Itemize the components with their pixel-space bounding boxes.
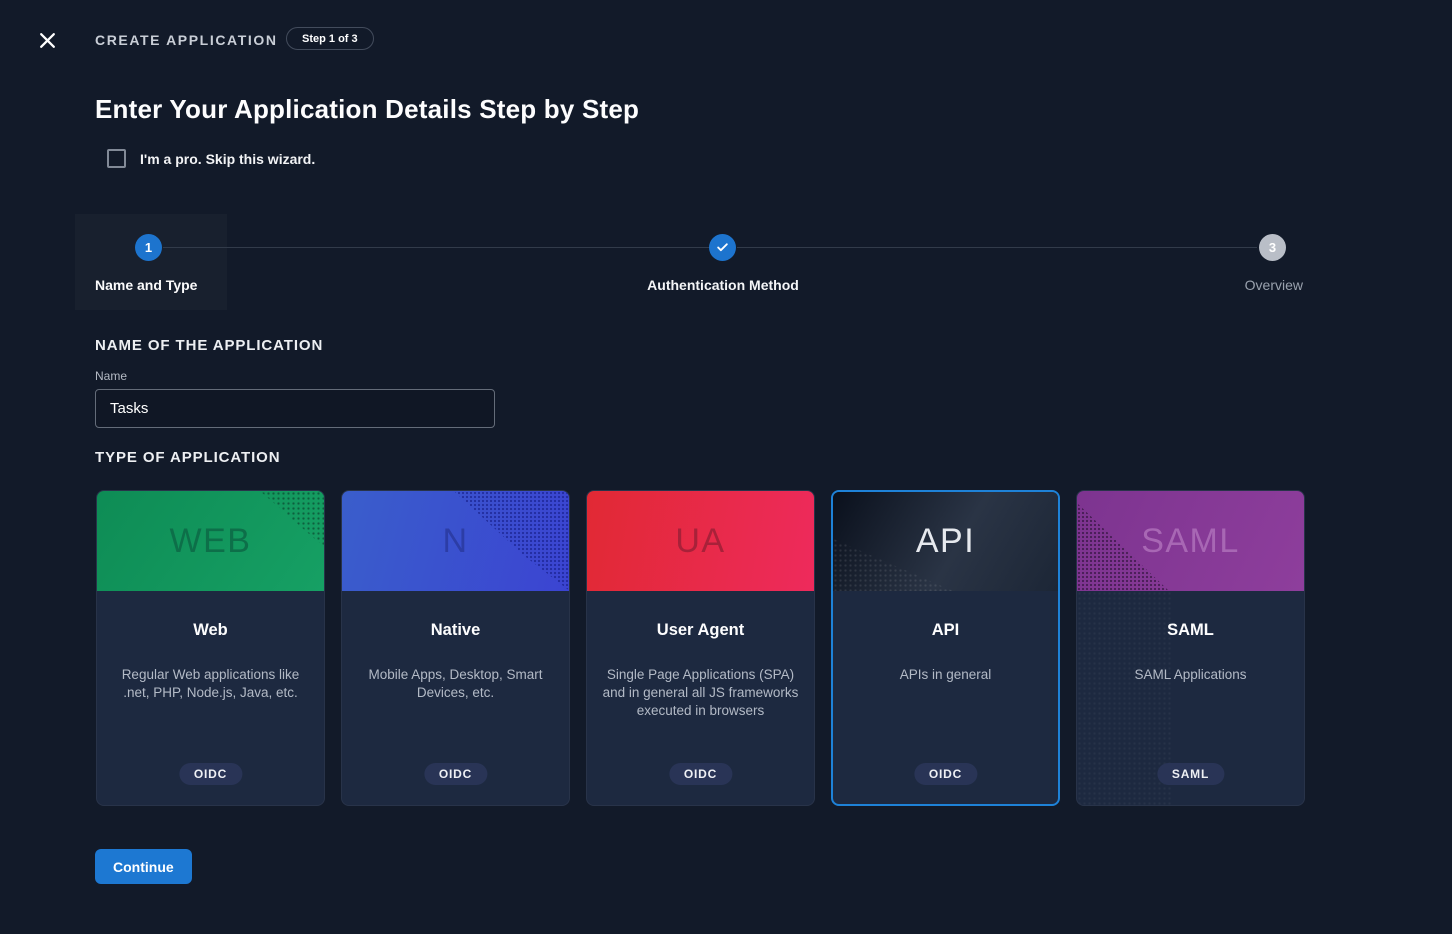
saml-card-banner: SAML — [1077, 491, 1304, 591]
user-agent-banner-text: UA — [675, 522, 725, 561]
user-agent-card-banner: UA — [587, 491, 814, 591]
close-button[interactable] — [34, 27, 60, 53]
protocol-badge: OIDC — [179, 763, 242, 785]
card-description: APIs in general — [847, 666, 1044, 684]
active-step-highlight — [75, 214, 227, 310]
page-title: CREATE APPLICATION — [95, 32, 278, 48]
application-name-input[interactable] — [95, 389, 495, 428]
step-3-indicator: 3 — [1259, 234, 1286, 261]
app-type-card-native[interactable]: N Native Mobile Apps, Desktop, Smart Dev… — [341, 490, 570, 806]
step-1-indicator: 1 — [135, 234, 162, 261]
dot-texture — [246, 491, 324, 547]
name-section-heading: NAME OF THE APPLICATION — [95, 337, 323, 354]
stepper-connector — [737, 247, 1257, 248]
native-banner-text: N — [442, 522, 468, 561]
app-type-card-api[interactable]: API API APIs in general OIDC — [831, 490, 1060, 806]
step-1-label: Name and Type — [95, 277, 197, 293]
saml-card-body: SAML SAML Applications SAML — [1077, 591, 1304, 806]
web-banner-text: WEB — [170, 522, 252, 561]
card-description: SAML Applications — [1091, 666, 1290, 684]
card-description: Regular Web applications like .net, PHP,… — [111, 666, 310, 702]
protocol-badge: OIDC — [914, 763, 977, 785]
card-description: Single Page Applications (SPA) and in ge… — [601, 666, 800, 719]
step-badge: Step 1 of 3 — [286, 27, 374, 50]
native-card-body: Native Mobile Apps, Desktop, Smart Devic… — [342, 591, 569, 806]
protocol-badge: SAML — [1157, 763, 1224, 785]
api-card-banner: API — [833, 492, 1058, 591]
name-field-label: Name — [95, 369, 127, 383]
card-title: SAML — [1091, 621, 1290, 640]
check-icon — [716, 241, 729, 254]
web-card-body: Web Regular Web applications like .net, … — [97, 591, 324, 806]
protocol-badge: OIDC — [669, 763, 732, 785]
card-title: Web — [111, 621, 310, 640]
skip-wizard-checkbox-row[interactable]: I'm a pro. Skip this wizard. — [107, 149, 315, 168]
wizard-heading: Enter Your Application Details Step by S… — [95, 94, 639, 125]
step-3-number: 3 — [1269, 240, 1276, 255]
user-agent-card-body: User Agent Single Page Applications (SPA… — [587, 591, 814, 806]
skip-wizard-checkbox[interactable] — [107, 149, 126, 168]
continue-button[interactable]: Continue — [95, 849, 192, 884]
app-type-card-saml[interactable]: SAML SAML SAML Applications SAML — [1076, 490, 1305, 806]
api-card-body: API APIs in general OIDC — [833, 591, 1058, 806]
application-type-cards: WEB Web Regular Web applications like .n… — [96, 490, 1305, 806]
native-card-banner: N — [342, 491, 569, 591]
stepper-connector — [163, 247, 709, 248]
step-1-number: 1 — [145, 240, 152, 255]
card-title: Native — [356, 621, 555, 640]
card-title: User Agent — [601, 621, 800, 640]
step-2-indicator — [709, 234, 736, 261]
app-type-card-web[interactable]: WEB Web Regular Web applications like .n… — [96, 490, 325, 806]
dot-texture — [409, 491, 569, 591]
create-application-wizard: CREATE APPLICATION Step 1 of 3 Enter You… — [0, 0, 1452, 934]
close-icon — [38, 31, 57, 50]
app-type-card-user-agent[interactable]: UA User Agent Single Page Applications (… — [586, 490, 815, 806]
skip-wizard-label: I'm a pro. Skip this wizard. — [140, 151, 315, 167]
card-description: Mobile Apps, Desktop, Smart Devices, etc… — [356, 666, 555, 702]
step-2-label: Authentication Method — [523, 277, 923, 293]
protocol-badge: OIDC — [424, 763, 487, 785]
type-section-heading: TYPE OF APPLICATION — [95, 449, 280, 466]
api-banner-text: API — [916, 522, 975, 561]
web-card-banner: WEB — [97, 491, 324, 591]
card-title: API — [847, 621, 1044, 640]
saml-banner-text: SAML — [1141, 522, 1240, 561]
step-3-label: Overview — [1103, 277, 1303, 293]
